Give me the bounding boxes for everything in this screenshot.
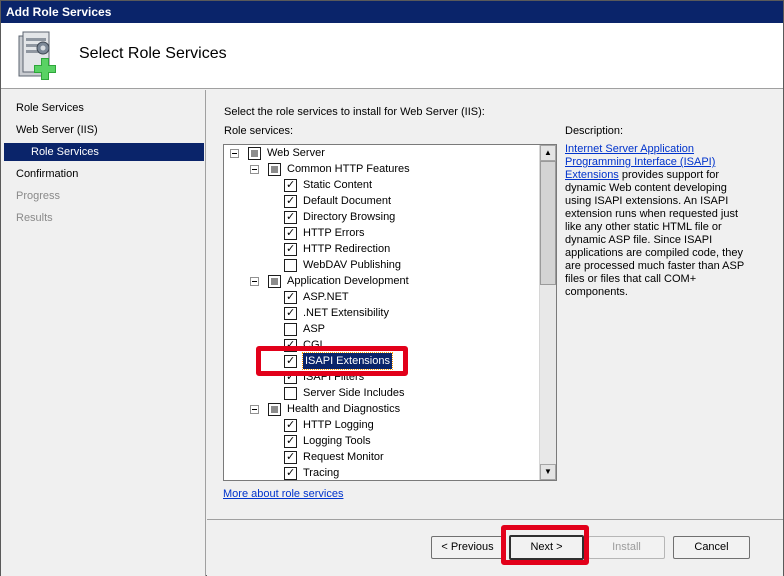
collapse-icon[interactable] bbox=[250, 404, 259, 414]
nav-item-confirmation[interactable]: Confirmation bbox=[16, 165, 78, 183]
role-checkbox[interactable] bbox=[268, 402, 281, 416]
role-checkbox[interactable] bbox=[268, 162, 281, 176]
collapse-icon[interactable] bbox=[250, 276, 259, 286]
role-services-tree[interactable]: Web Server Common HTTP Features Static Con… bbox=[223, 144, 557, 481]
tree-row[interactable]: HTTP Logging bbox=[284, 417, 374, 433]
tree-item-label: Server Side Includes bbox=[303, 387, 405, 399]
tree-item-label: HTTP Errors bbox=[303, 227, 365, 239]
description-text: Internet Server Application Programming … bbox=[565, 143, 755, 299]
wizard-header: Select Role Services bbox=[1, 23, 783, 89]
nav-item-progress: Progress bbox=[16, 190, 61, 202]
tree-item-label: Health and Diagnostics bbox=[287, 403, 401, 415]
tree-item-label: ASP.NET bbox=[303, 291, 349, 303]
tree-row[interactable]: Server Side Includes bbox=[284, 385, 405, 401]
nav-item-results: Results bbox=[16, 212, 53, 224]
tree-row[interactable]: Request Monitor bbox=[284, 449, 384, 465]
tree-item-label: CGI bbox=[303, 339, 323, 351]
role-checkbox[interactable] bbox=[284, 258, 297, 272]
role-checkbox[interactable] bbox=[284, 241, 297, 257]
wizard-nav: Role Services Web Server (IIS) Role Serv… bbox=[1, 90, 206, 576]
role-checkbox[interactable] bbox=[284, 225, 297, 241]
tree-row[interactable]: HTTP Errors bbox=[284, 225, 365, 241]
tree-row[interactable]: Directory Browsing bbox=[284, 209, 395, 225]
tree-row[interactable]: WebDAV Publishing bbox=[284, 257, 401, 273]
tree-item-label: HTTP Logging bbox=[303, 419, 374, 431]
description-label: Description: bbox=[565, 125, 624, 137]
nav-item-role-services-active[interactable]: Role Services bbox=[4, 143, 204, 161]
tree-item-label: Application Development bbox=[287, 275, 409, 287]
role-checkbox[interactable] bbox=[268, 274, 281, 288]
tree-row[interactable]: ASP.NET bbox=[284, 289, 349, 305]
add-role-services-window: Add Role Services Select Role Services R… bbox=[0, 0, 784, 576]
tree-row[interactable]: Static Content bbox=[284, 177, 372, 193]
tree-item-label: Static Content bbox=[303, 179, 373, 191]
role-checkbox[interactable] bbox=[284, 193, 297, 209]
tree-row[interactable]: ASP bbox=[284, 321, 325, 337]
role-checkbox[interactable] bbox=[284, 337, 297, 353]
tree-row[interactable]: ISAPI Filters bbox=[284, 369, 364, 385]
role-checkbox[interactable] bbox=[284, 369, 297, 385]
role-checkbox[interactable] bbox=[284, 305, 297, 321]
nav-item-role-services[interactable]: Role Services bbox=[16, 99, 84, 117]
role-checkbox[interactable] bbox=[284, 433, 297, 449]
tree-row[interactable]: Logging Tools bbox=[284, 433, 371, 449]
more-about-role-services-link[interactable]: More about role services bbox=[223, 488, 343, 500]
tree-item-label: .NET Extensibility bbox=[303, 307, 389, 319]
role-checkbox[interactable] bbox=[284, 449, 297, 465]
tree-row[interactable]: CGI bbox=[284, 337, 323, 353]
role-checkbox[interactable] bbox=[284, 322, 297, 336]
role-services-label: Role services: bbox=[224, 125, 294, 137]
tree-item-label: Request Monitor bbox=[303, 451, 384, 463]
next-button[interactable]: Next > bbox=[509, 535, 584, 560]
tree-item-label: HTTP Redirection bbox=[303, 243, 391, 255]
tree-row[interactable]: ISAPI Extensions bbox=[284, 352, 393, 370]
tree-item-label: Default Document bbox=[303, 195, 392, 207]
tree-scrollbar[interactable]: ▲ ▼ bbox=[539, 145, 556, 480]
nav-item-web-server[interactable]: Web Server (IIS) bbox=[16, 121, 98, 139]
tree-row[interactable]: Health and Diagnostics bbox=[250, 401, 400, 417]
role-checkbox[interactable] bbox=[284, 209, 297, 225]
scroll-thumb[interactable] bbox=[540, 161, 556, 285]
role-checkbox[interactable] bbox=[284, 177, 297, 193]
wizard-footer: < Previous Next > Install Cancel bbox=[207, 519, 783, 576]
tree-item-label: Logging Tools bbox=[303, 435, 371, 447]
tree-item-label: ISAPI Extensions bbox=[302, 352, 393, 370]
role-checkbox[interactable] bbox=[248, 146, 261, 160]
cancel-button[interactable]: Cancel bbox=[673, 536, 750, 559]
tree-item-label: Tracing bbox=[303, 467, 340, 479]
tree-row[interactable]: Application Development bbox=[250, 273, 409, 289]
tree-row[interactable]: Tracing bbox=[284, 465, 340, 480]
role-checkbox[interactable] bbox=[284, 289, 297, 305]
scroll-up-icon[interactable]: ▲ bbox=[540, 145, 556, 161]
tree-item-label: ASP bbox=[303, 323, 326, 335]
instruction-text: Select the role services to install for … bbox=[224, 106, 485, 118]
tree-item-label: Common HTTP Features bbox=[287, 163, 410, 175]
tree-row[interactable]: Default Document bbox=[284, 193, 391, 209]
collapse-icon[interactable] bbox=[250, 164, 259, 174]
window-title: Add Role Services bbox=[1, 1, 783, 23]
tree-row[interactable]: Web Server bbox=[230, 145, 325, 161]
tree-row[interactable]: Common HTTP Features bbox=[250, 161, 410, 177]
install-button: Install bbox=[588, 536, 665, 559]
description-body: provides support for dynamic Web content… bbox=[565, 169, 744, 298]
role-checkbox[interactable] bbox=[284, 386, 297, 400]
collapse-icon[interactable] bbox=[230, 148, 239, 158]
scroll-down-icon[interactable]: ▼ bbox=[540, 464, 556, 480]
tree-row[interactable]: .NET Extensibility bbox=[284, 305, 389, 321]
previous-button[interactable]: < Previous bbox=[431, 536, 504, 559]
role-checkbox[interactable] bbox=[284, 417, 297, 433]
main-content: Select the role services to install for … bbox=[207, 90, 783, 518]
server-add-icon bbox=[18, 31, 56, 80]
tree-item-label: ISAPI Filters bbox=[303, 371, 365, 383]
tree-row[interactable]: HTTP Redirection bbox=[284, 241, 390, 257]
role-checkbox[interactable] bbox=[284, 465, 297, 480]
page-title: Select Role Services bbox=[79, 45, 227, 62]
tree-item-label: WebDAV Publishing bbox=[303, 259, 402, 271]
tree-item-label: Directory Browsing bbox=[303, 211, 396, 223]
role-checkbox[interactable] bbox=[284, 353, 297, 369]
tree-item-label: Web Server bbox=[267, 147, 325, 159]
